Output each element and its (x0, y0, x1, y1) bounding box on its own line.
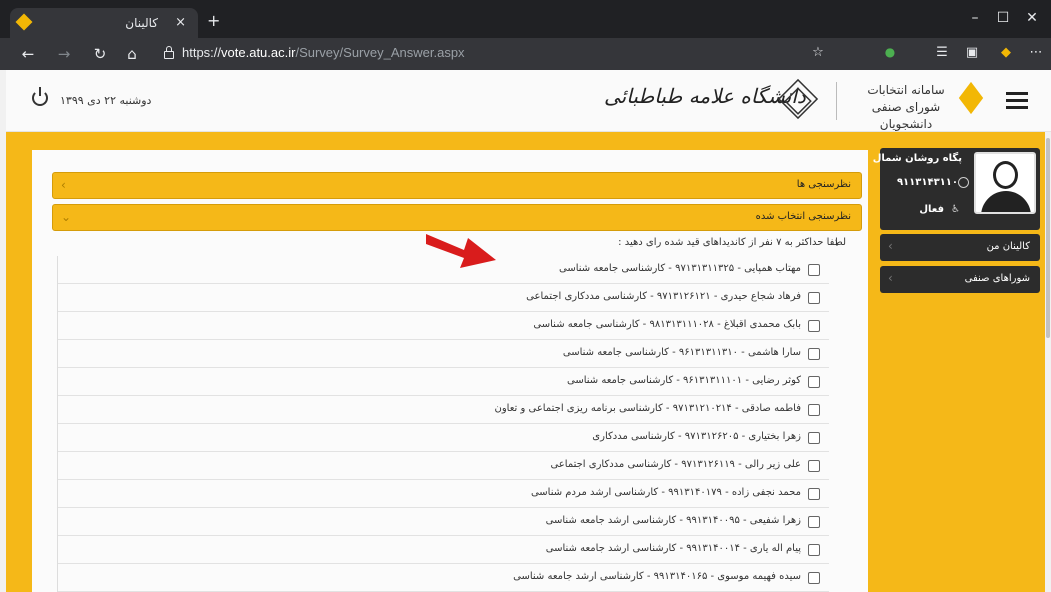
site-header: دوشنبه ۲۲ دی ۱۳۹۹ دانشگاه علامه طباطبائی… (6, 70, 1051, 132)
selected-survey-label: نظرسنجی انتخاب شده (755, 211, 851, 222)
hamburger-menu-icon[interactable] (1006, 92, 1028, 110)
avatar-body-icon (981, 191, 1031, 212)
candidate-checkbox[interactable] (808, 320, 820, 332)
candidate-label: سیده فهیمه موسوی - ۹۹۱۳۱۴۰۱۶۵ - کارشناسی… (513, 571, 801, 582)
scrollbar-thumb[interactable] (1046, 138, 1050, 338)
candidate-label: سارا هاشمی - ۹۶۱۳۱۳۱۱۳۱۰ - کارشناسی جامع… (562, 347, 801, 358)
user-id-icon (958, 177, 969, 188)
candidate-label: مهتاب همپایی - ۹۷۱۳۱۳۱۱۳۲۵ - کارشناسی جا… (559, 263, 801, 274)
system-title-line2: شورای صنفی دانشجویان (871, 100, 941, 131)
candidate-label: فرهاد شجاع حیدری - ۹۷۱۳۱۲۶۱۲۱ - کارشناسی… (526, 291, 801, 302)
candidate-checkbox[interactable] (808, 432, 820, 444)
chevron-down-icon: ⌄ (61, 210, 72, 224)
surveys-panel-label: نظرسنجی ها (796, 179, 851, 190)
student-id: ۹۱۱۳۱۴۳۱۱۰ (896, 177, 958, 188)
url-path: /Survey/Survey_Answer.aspx (295, 45, 465, 60)
university-title: دانشگاه علامه طباطبائی (604, 84, 806, 108)
home-icon[interactable]: ⌂ (122, 45, 142, 63)
candidate-checkbox[interactable] (808, 348, 820, 360)
chevron-left-icon: ‹ (888, 239, 893, 253)
candidate-checkbox[interactable] (808, 460, 820, 472)
chevron-left-icon: ‹ (888, 271, 893, 285)
url-host: vote.atu.ac.ir (221, 45, 296, 60)
sidebar-item-label: شوراهای صنفی (964, 273, 1030, 284)
user-status: فعال (919, 204, 944, 215)
browser-titlebar: کالینان × + – ☐ ✕ (0, 0, 1051, 38)
candidate-options-list: مهتاب همپایی - ۹۷۱۳۱۳۱۱۳۲۵ - کارشناسی جا… (57, 256, 829, 592)
candidate-checkbox[interactable] (808, 376, 820, 388)
candidate-option[interactable]: محمد نجفی زاده - ۹۹۱۳۱۴۰۱۷۹ - کارشناسی ا… (58, 480, 829, 508)
candidate-label: علی زیر رالی - ۹۷۱۳۱۲۶۱۱۹ - کارشناسی مدد… (550, 459, 801, 470)
extension-icon[interactable]: ● (880, 45, 900, 59)
candidate-checkbox[interactable] (808, 404, 820, 416)
user-status-icon: ♿ (951, 204, 960, 215)
back-icon[interactable]: ← (18, 45, 38, 63)
lock-icon (164, 46, 174, 59)
candidate-option[interactable]: زهرا بختیاری - ۹۷۱۳۱۲۶۲۰۵ - کارشناسی مدد… (58, 424, 829, 452)
url-prefix: https:// (182, 45, 222, 60)
favicon-icon (15, 13, 33, 31)
system-title-line1: سامانه انتخابات (867, 83, 945, 97)
avatar-head-icon (993, 161, 1018, 189)
candidate-label: بابک محمدی اقبلاغ - ۹۸۱۳۱۳۱۱۱۰۲۸ - کارشن… (533, 319, 801, 330)
candidate-option[interactable]: سارا هاشمی - ۹۶۱۳۱۳۱۱۳۱۰ - کارشناسی جامع… (58, 340, 829, 368)
current-date: دوشنبه ۲۲ دی ۱۳۹۹ (60, 94, 152, 107)
candidate-checkbox[interactable] (808, 572, 820, 584)
tab-close-icon[interactable]: × (175, 15, 186, 30)
avatar (974, 152, 1036, 214)
candidate-option[interactable]: فاطمه صادقی - ۹۷۱۳۱۲۱۰۲۱۴ - کارشناسی برن… (58, 396, 829, 424)
new-tab-button[interactable]: + (207, 13, 220, 29)
collections-icon[interactable]: ▣ (962, 45, 982, 60)
candidate-option[interactable]: فرهاد شجاع حیدری - ۹۷۱۳۱۲۶۱۲۱ - کارشناسی… (58, 284, 829, 312)
browser-toolbar: ← → ↻ ⌂ https://vote.atu.ac.ir/Survey/Su… (0, 38, 1051, 70)
candidate-checkbox[interactable] (808, 488, 820, 500)
candidate-checkbox[interactable] (808, 292, 820, 304)
maximize-button[interactable]: ☐ (993, 10, 1013, 26)
sidebar-item-label: کالینان من (986, 241, 1030, 252)
candidate-option[interactable]: کوثر رضایی - ۹۶۱۳۱۳۱۱۱۰۱ - کارشناسی جامع… (58, 368, 829, 396)
candidate-option[interactable]: علی زیر رالی - ۹۷۱۳۱۲۶۱۱۹ - کارشناسی مدد… (58, 452, 829, 480)
address-bar[interactable]: https://vote.atu.ac.ir/Survey/Survey_Ans… (158, 42, 838, 66)
sidebar-item-my-candidates[interactable]: کالینان من ‹ (880, 234, 1040, 261)
profile-icon[interactable]: ◆ (996, 45, 1016, 60)
candidate-option[interactable]: بابک محمدی اقبلاغ - ۹۸۱۳۱۳۱۱۱۰۲۸ - کارشن… (58, 312, 829, 340)
forward-icon[interactable]: → (54, 45, 74, 63)
candidate-option[interactable]: پیام اله یاری - ۹۹۱۳۱۴۰۰۱۴ - کارشناسی ار… (58, 536, 829, 564)
candidate-option[interactable]: سیده فهیمه موسوی - ۹۹۱۳۱۴۰۱۶۵ - کارشناسی… (58, 564, 829, 592)
header-divider (836, 82, 837, 120)
red-arrow-annotation-icon (426, 234, 496, 268)
refresh-icon[interactable]: ↻ (90, 45, 110, 63)
power-icon[interactable] (32, 87, 48, 106)
favorites-list-icon[interactable]: ☰ (932, 45, 952, 60)
minimize-button[interactable]: – (965, 10, 985, 26)
favorite-star-icon[interactable]: ☆ (808, 45, 828, 60)
surveys-panel-header[interactable]: نظرسنجی ها ‹ (52, 172, 862, 199)
candidate-option[interactable]: زهرا شفیعی - ۹۹۱۳۱۴۰۰۹۵ - کارشناسی ارشد … (58, 508, 829, 536)
tab-title: کالینان (125, 16, 158, 30)
system-logo-icon (958, 81, 984, 115)
close-window-button[interactable]: ✕ (1022, 10, 1042, 26)
candidate-label: پیام اله یاری - ۹۹۱۳۱۴۰۰۱۴ - کارشناسی ار… (545, 543, 801, 554)
more-icon[interactable]: ⋯ (1026, 45, 1046, 60)
system-title: سامانه انتخابات شورای صنفی دانشجویان (856, 82, 956, 133)
candidate-checkbox[interactable] (808, 264, 820, 276)
candidate-label: محمد نجفی زاده - ۹۹۱۳۱۴۰۱۷۹ - کارشناسی ا… (530, 487, 801, 498)
candidate-label: کوثر رضایی - ۹۶۱۳۱۳۱۱۱۰۱ - کارشناسی جامع… (567, 375, 801, 386)
candidate-label: فاطمه صادقی - ۹۷۱۳۱۲۱۰۲۱۴ - کارشناسی برن… (494, 403, 801, 414)
chevron-left-icon: ‹ (61, 178, 66, 192)
candidate-checkbox[interactable] (808, 516, 820, 528)
question-text: لطفا حداکثر به ۷ نفر از کاندیداهای قید ش… (618, 237, 846, 248)
sidebar-item-councils[interactable]: شوراهای صنفی ‹ (880, 266, 1040, 293)
candidate-label: زهرا بختیاری - ۹۷۱۳۱۲۶۲۰۵ - کارشناسی مدد… (592, 431, 801, 442)
candidate-checkbox[interactable] (808, 544, 820, 556)
browser-tab[interactable]: کالینان × (10, 8, 198, 38)
candidate-label: زهرا شفیعی - ۹۹۱۳۱۴۰۰۹۵ - کارشناسی ارشد … (545, 515, 801, 526)
url-text: https://vote.atu.ac.ir/Survey/Survey_Ans… (182, 45, 465, 60)
user-name: پگاه روشان شمال (872, 153, 962, 164)
